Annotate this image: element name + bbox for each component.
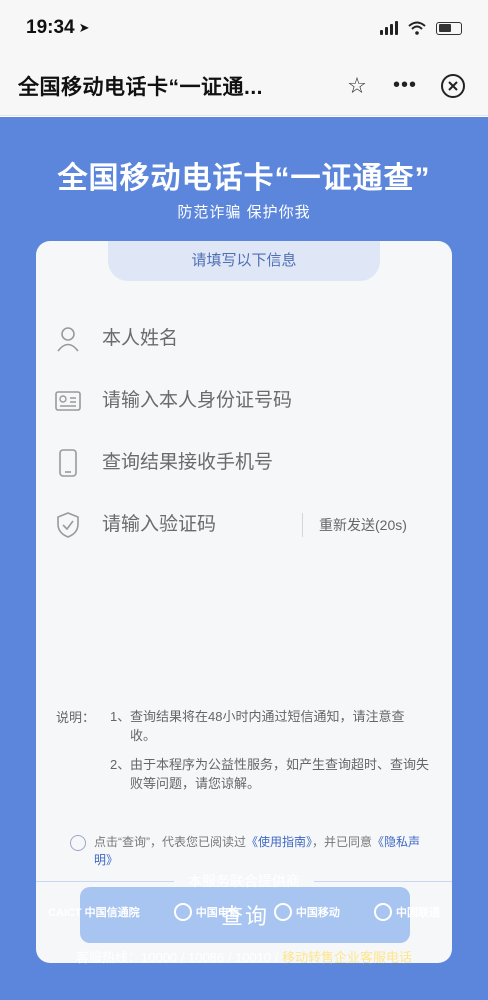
note-text: 查询结果将在48小时内通过短信通知，请注意查收。 [130, 709, 405, 743]
name-field-row [54, 311, 434, 367]
telecom-mark-icon [173, 903, 192, 921]
caict-logo: CAICT 中国信通院 [48, 904, 140, 920]
hero-subtitle: 防范诈骗 保护你我 [177, 204, 311, 221]
telecom-logo-text: 中国电信 [195, 907, 240, 919]
agreement-text: 点击“查询”，代表您已阅读过《使用指南》，并已同意《隐私声明》 [94, 833, 430, 869]
mobile-logo-text: 中国移动 [295, 907, 340, 919]
title-bar: 全国移动电话卡“一证通... ☆ ••• [0, 56, 488, 116]
footer-heading-row: 本服务联合提供商 [36, 871, 452, 891]
form-tab-label: 请填写以下信息 [108, 241, 380, 281]
hotline-numbers: 客服热线：10000 / 10086 / 10010 / [76, 950, 282, 965]
agreement-row: 点击“查询”，代表您已阅读过《使用指南》，并已同意《隐私声明》 [70, 833, 430, 869]
phone-icon [54, 449, 82, 477]
china-telecom-logo: 中国电信 [173, 903, 240, 921]
close-icon[interactable] [436, 69, 470, 103]
divider [36, 880, 174, 882]
form-card: 请填写以下信息 本人姓名 请输入本人身份证号码 查询结果接收手机号 请输入验证码… [36, 241, 452, 963]
footer-heading: 本服务联合提供商 [188, 873, 300, 889]
location-arrow-icon: ➤ [78, 20, 90, 35]
phone-field-row [54, 435, 434, 491]
reseller-hotline-link[interactable]: 移动转售企业客服电话 [282, 950, 412, 965]
code-field-row: 重新发送(20s) [54, 497, 434, 553]
unicom-mark-icon [374, 903, 392, 921]
hero-title: 全国移动电话卡“一证通查” [57, 162, 431, 195]
status-indicators [380, 21, 462, 35]
status-time: 19:34 [26, 17, 75, 38]
usage-guide-link[interactable]: 《使用指南》 [246, 835, 312, 849]
china-unicom-logo: 中国联通 [374, 903, 440, 921]
hotline: 客服热线：10000 / 10086 / 10010 / 移动转售企业客服电话 [0, 947, 488, 966]
battery-icon [436, 21, 462, 35]
resend-code-button[interactable]: 重新发送(20s) [302, 513, 407, 537]
user-icon [54, 325, 82, 353]
shield-check-icon [54, 511, 82, 539]
verification-code-input[interactable] [102, 514, 302, 536]
more-icon[interactable]: ••• [388, 69, 422, 103]
agreement-prefix: 点击“查询”，代表您已阅读过 [94, 835, 246, 849]
id-field-row [54, 373, 434, 429]
note-text: 由于本程序为公益性服务，如产生查询超时、查询失败等问题，请您谅解。 [130, 757, 430, 791]
partner-logos: CAICT 中国信通院 中国电信 中国移动 中国联通 [48, 903, 440, 921]
note-number: 2、 [110, 757, 131, 772]
main-content: 全国移动电话卡“一证通查” 防范诈骗 保护你我 请填写以下信息 本人姓名 请输入… [0, 117, 488, 1000]
mobile-mark-icon [273, 903, 292, 921]
unicom-logo-text: 中国联通 [396, 907, 440, 919]
china-mobile-logo: 中国移动 [273, 903, 340, 921]
page-title: 全国移动电话卡“一证通... [18, 75, 264, 99]
divider [314, 880, 452, 882]
star-icon[interactable]: ☆ [340, 69, 374, 103]
signal-icon [380, 21, 398, 35]
id-card-icon [54, 387, 82, 415]
status-bar: 19:34 ➤ [0, 0, 488, 56]
agreement-middle: ，并已同意 [312, 835, 373, 849]
id-number-input[interactable] [102, 390, 434, 412]
agree-checkbox[interactable] [70, 835, 86, 851]
phone-input[interactable] [102, 452, 434, 474]
wifi-icon [408, 21, 426, 35]
notes-label: 说明： [56, 710, 96, 725]
caict-logo-text: CAICT 中国信通院 [48, 907, 140, 919]
note-number: 1、 [110, 709, 131, 724]
name-input[interactable] [102, 328, 434, 350]
